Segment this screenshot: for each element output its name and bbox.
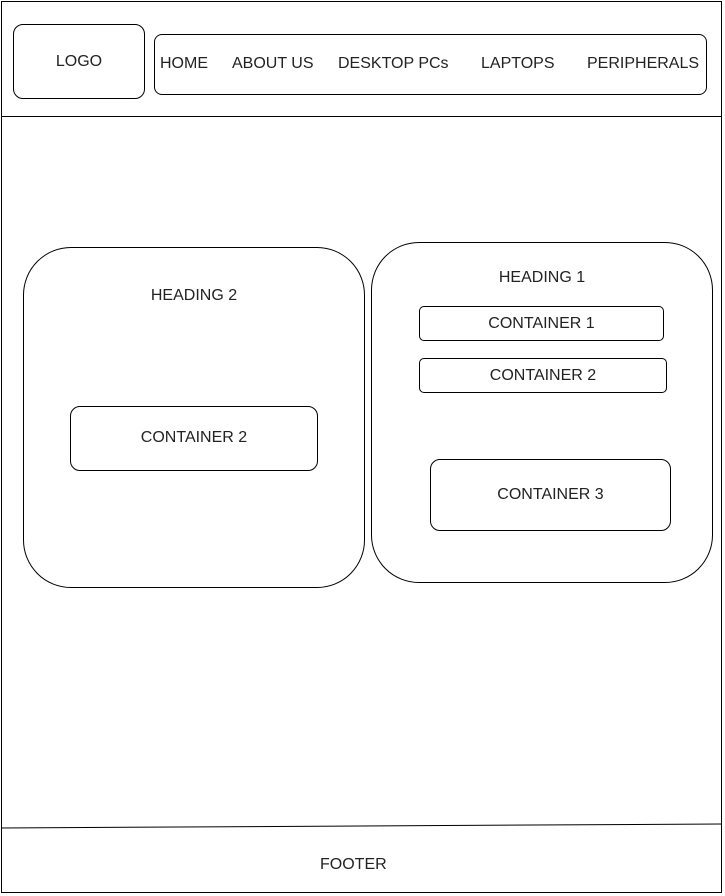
right-container-1: CONTAINER 1 xyxy=(419,306,664,341)
nav-item-peripherals[interactable]: PERIPHERALS xyxy=(587,55,699,73)
header-divider xyxy=(1,116,722,117)
right-container-3-label: CONTAINER 3 xyxy=(497,486,604,503)
footer-label: FOOTER xyxy=(320,856,387,873)
left-container-2: CONTAINER 2 xyxy=(70,406,318,471)
left-panel-heading: HEADING 2 xyxy=(150,287,238,304)
left-container-2-label: CONTAINER 2 xyxy=(140,429,248,446)
logo-box[interactable]: LOGO xyxy=(13,24,145,99)
right-container-2: CONTAINER 2 xyxy=(419,358,667,393)
nav-item-about-us[interactable]: ABOUT US xyxy=(232,55,314,73)
right-container-2-label: CONTAINER 2 xyxy=(489,367,597,384)
footer-divider xyxy=(0,823,723,829)
right-container-3: CONTAINER 3 xyxy=(430,459,671,531)
right-panel: HEADING 1 xyxy=(371,242,713,583)
nav-item-home[interactable]: HOME xyxy=(160,55,208,73)
nav-item-desktop-pcs[interactable]: DESKTOP PCs xyxy=(338,55,449,73)
right-container-1-label: CONTAINER 1 xyxy=(488,315,595,332)
nav-item-laptops[interactable]: LAPTOPS xyxy=(481,55,555,73)
logo-label: LOGO xyxy=(55,53,103,70)
right-panel-heading: HEADING 1 xyxy=(498,269,586,286)
